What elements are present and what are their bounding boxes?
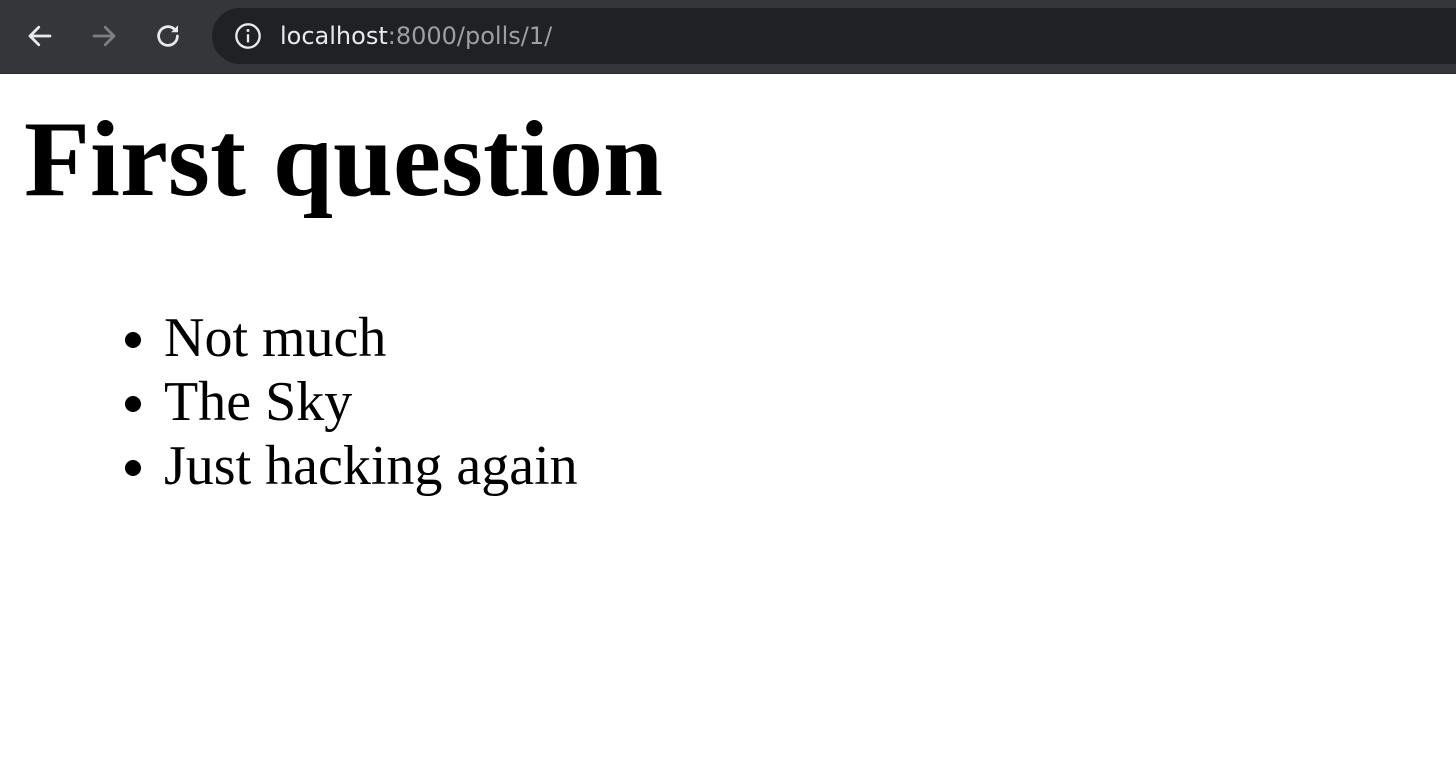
back-button[interactable]	[18, 14, 62, 58]
arrow-left-icon	[28, 25, 52, 47]
arrow-right-icon	[92, 25, 116, 47]
page-content: First question Not much The Sky Just hac…	[0, 74, 1456, 760]
list-item: The Sky	[164, 370, 578, 434]
choice-list: Not much The Sky Just hacking again	[0, 306, 578, 498]
url-host: localhost	[280, 22, 388, 50]
forward-button[interactable]	[82, 14, 126, 58]
url-path: :8000/polls/1/	[387, 22, 553, 50]
address-bar[interactable]: localhost:8000/polls/1/	[212, 8, 1456, 64]
reload-icon	[157, 25, 179, 47]
url-text[interactable]: localhost:8000/polls/1/	[280, 8, 552, 64]
browser-toolbar: localhost:8000/polls/1/	[0, 0, 1456, 74]
list-item: Just hacking again	[164, 434, 578, 498]
list-item: Not much	[164, 306, 578, 370]
info-icon[interactable]	[234, 22, 262, 50]
reload-button[interactable]	[146, 14, 190, 58]
page-title: First question	[24, 100, 664, 219]
